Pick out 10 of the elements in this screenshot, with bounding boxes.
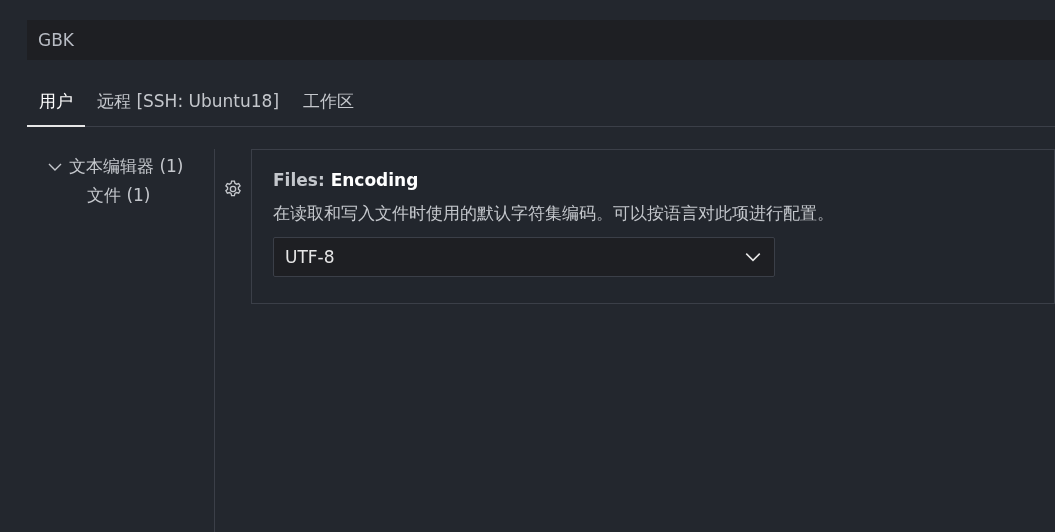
tab[interactable]: 远程 [SSH: Ubuntu18]	[85, 84, 292, 127]
tab[interactable]: 用户	[27, 84, 85, 127]
gear-icon[interactable]	[223, 179, 243, 199]
setting-description: 在读取和写入文件时使用的默认字符集编码。可以按语言对此项进行配置。	[273, 202, 835, 225]
search-field[interactable]: GBK	[27, 20, 1055, 60]
tree-item[interactable]: 文本编辑器 (1)	[69, 155, 184, 178]
setting-title: Files: Encoding	[273, 170, 420, 190]
tab[interactable]: 工作区	[291, 84, 367, 127]
tree-item[interactable]: 文件 (1)	[87, 184, 151, 207]
encoding-dropdown[interactable]: UTF-8	[273, 237, 775, 277]
